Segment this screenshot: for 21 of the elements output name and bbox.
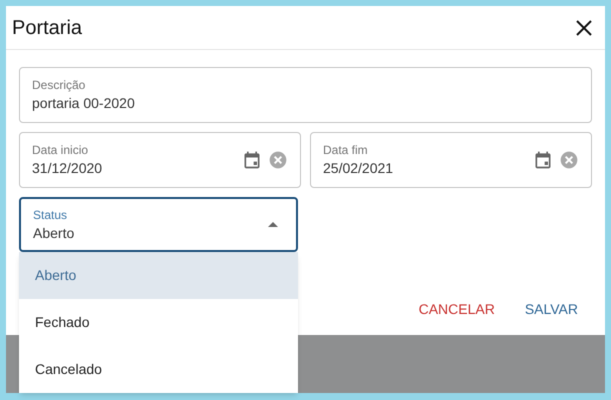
field-value: 31/12/2020 [32, 159, 104, 178]
field-label: Descrição [32, 77, 86, 93]
text-field[interactable]: Descrição portaria 00-2020 [19, 67, 592, 123]
date-field[interactable]: Data inicio 31/12/2020 [19, 132, 301, 188]
field-label: Data inicio [32, 142, 90, 158]
save-button[interactable]: SALVAR [512, 293, 590, 326]
status-select[interactable]: Status Aberto [19, 197, 298, 252]
field-value: 25/02/2021 [323, 159, 394, 178]
field-label: Data fim [323, 142, 369, 158]
menu-item[interactable]: Cancelado [19, 346, 298, 393]
menu-item[interactable]: Fechado [19, 299, 298, 346]
field-value: Aberto [33, 224, 76, 242]
calendar-icon[interactable] [242, 150, 262, 170]
calendar-icon[interactable] [533, 150, 553, 170]
field-label: Status [33, 206, 68, 222]
field-value: portaria 00-2020 [32, 94, 136, 113]
menu-item[interactable]: Aberto [19, 252, 298, 299]
date-field[interactable]: Data fim 25/02/2021 [310, 132, 592, 188]
cancel-button[interactable]: CANCELAR [406, 293, 507, 326]
close-icon[interactable] [575, 18, 593, 36]
dialog-title: Portaria [12, 16, 82, 40]
